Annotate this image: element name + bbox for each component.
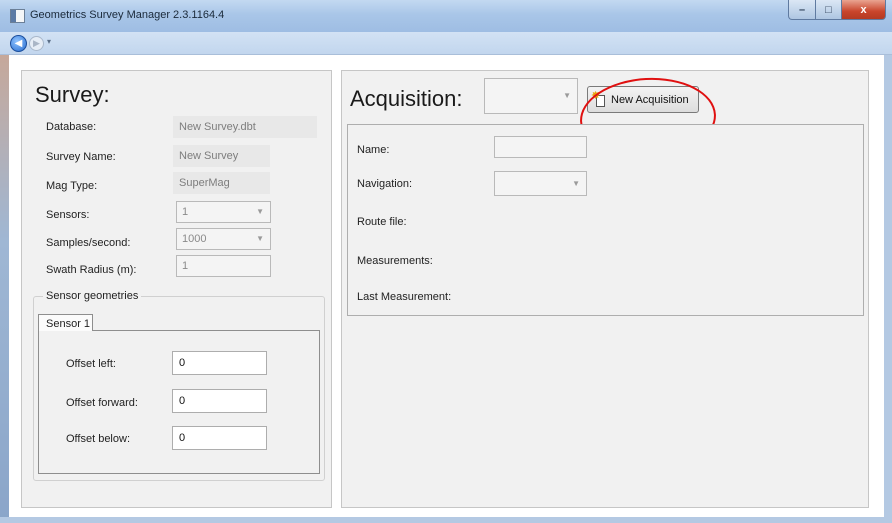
offset-left-label: Offset left: <box>66 358 116 370</box>
samples-label: Samples/second: <box>46 237 131 249</box>
survey-heading: Survey: <box>35 82 110 107</box>
window-controls: – □ x <box>788 0 886 20</box>
title-bar: Geometrics Survey Manager 2.3.1164.4 – □… <box>0 0 892 32</box>
acquisition-details-box <box>347 124 864 316</box>
history-dropdown-icon[interactable]: ▾ <box>47 37 51 46</box>
tab-sensor-1[interactable]: Sensor 1 <box>38 314 93 331</box>
forward-arrow-icon[interactable]: ▶ <box>29 36 44 51</box>
survey-name-label: Survey Name: <box>46 151 116 163</box>
sensor-geometries-legend: Sensor geometries <box>43 290 142 302</box>
measurements-label: Measurements: <box>357 255 433 267</box>
route-file-label: Route file: <box>357 216 407 228</box>
app-icon <box>10 9 25 23</box>
window-title: Geometrics Survey Manager 2.3.1164.4 <box>30 9 225 21</box>
mag-type-label: Mag Type: <box>46 180 98 192</box>
offset-left-input[interactable]: 0 <box>172 351 267 375</box>
navigation-combobox: ▼ <box>494 171 587 196</box>
offset-below-input[interactable]: 0 <box>172 426 267 450</box>
last-measurement-label: Last Measurement: <box>357 291 452 303</box>
close-button[interactable]: x <box>842 0 886 20</box>
window-border-left <box>0 55 9 523</box>
window-border-bottom <box>0 517 892 523</box>
window-border-right <box>884 55 892 523</box>
database-label: Database: <box>46 121 97 133</box>
acq-name-field <box>494 136 587 158</box>
samples-combobox: 1000 ▼ <box>176 228 271 250</box>
swath-radius-label: Swath Radius (m): <box>46 264 137 276</box>
minimize-button[interactable]: – <box>788 0 816 20</box>
sensors-value: 1 <box>182 206 189 218</box>
chevron-down-icon: ▼ <box>563 91 571 100</box>
survey-name-value: New Survey <box>173 145 270 167</box>
swath-radius-field: 1 <box>176 255 271 277</box>
database-value: New Survey.dbt <box>173 116 317 138</box>
acq-name-label: Name: <box>357 144 390 156</box>
offset-forward-input[interactable]: 0 <box>172 389 267 413</box>
back-arrow-icon[interactable]: ◀ <box>10 35 27 52</box>
chevron-down-icon: ▼ <box>572 179 580 188</box>
offset-below-label: Offset below: <box>66 433 130 445</box>
navigation-label: Navigation: <box>357 178 413 190</box>
samples-value: 1000 <box>182 233 207 245</box>
offset-forward-label: Offset forward: <box>66 397 138 409</box>
sensors-combobox: 1 ▼ <box>176 201 271 223</box>
navigation-bar: ◀ ▶ ▾ <box>0 32 892 55</box>
maximize-button[interactable]: □ <box>816 0 842 20</box>
sensors-label: Sensors: <box>46 209 90 221</box>
chevron-down-icon: ▼ <box>256 234 264 243</box>
mag-type-value: SuperMag <box>173 172 270 194</box>
chevron-down-icon: ▼ <box>256 207 264 216</box>
acquisition-combobox[interactable]: ▼ <box>484 78 578 114</box>
acquisition-heading: Acquisition: <box>350 86 463 111</box>
